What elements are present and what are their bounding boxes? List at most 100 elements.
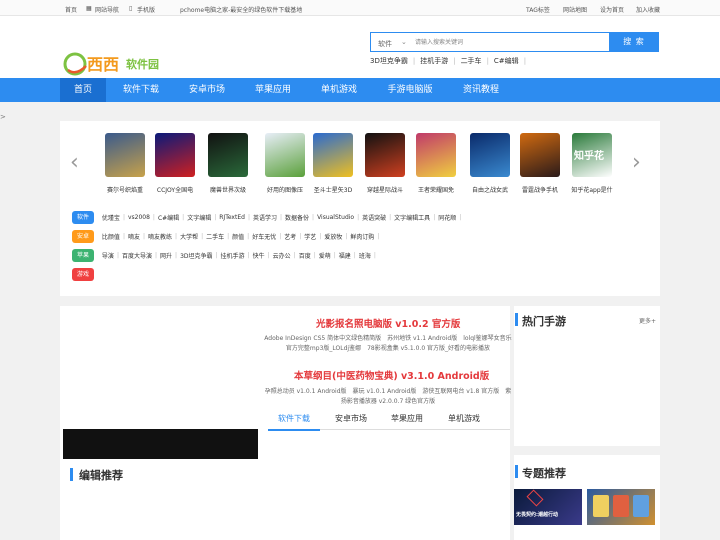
nav-apple[interactable]: 苹果应用 xyxy=(248,78,298,102)
tag-link[interactable]: 鲜肉订购 xyxy=(350,234,374,241)
top-home-link[interactable]: 首页 xyxy=(65,5,77,14)
tag-link[interactable]: 同花顺 xyxy=(438,215,456,222)
topic-image[interactable] xyxy=(587,489,655,525)
tag-link[interactable]: VisualStudio xyxy=(317,214,354,221)
tag-link[interactable]: 快牛 xyxy=(253,253,265,260)
tag-link[interactable]: 3D坦克争霸 xyxy=(180,253,212,260)
tag-link[interactable]: 挂机手游 xyxy=(221,253,245,260)
tag-link[interactable]: 大学帮 xyxy=(180,234,198,241)
tag-link[interactable]: 云办公 xyxy=(273,253,291,260)
app-icon[interactable] xyxy=(416,133,456,177)
app-name[interactable]: CCJOY全国电 xyxy=(150,185,200,194)
top-sitemap-link[interactable]: 网站地图 xyxy=(563,5,587,14)
tag-link[interactable]: 嘀友教练 xyxy=(148,234,172,241)
mobile-icon: ▯ xyxy=(129,5,133,12)
nav-software[interactable]: 软件下载 xyxy=(116,78,166,102)
tag-link[interactable]: 比颜值 xyxy=(102,234,120,241)
tag-row-games: 游戏 xyxy=(72,268,100,282)
hot-keyword[interactable]: 3D坦克争霸 xyxy=(370,57,408,65)
app-icon[interactable] xyxy=(313,133,353,177)
tag-link[interactable]: vs2008 xyxy=(128,214,150,221)
news-list-1[interactable]: Adobe InDesign CS5 简体中文绿色精简版 苏州地铁 v1.1 A… xyxy=(262,334,514,354)
top-mobile-link[interactable]: 手机版 xyxy=(137,5,155,14)
app-icon[interactable] xyxy=(265,133,305,177)
nav-home[interactable]: 首页 xyxy=(60,78,106,102)
carousel-next-icon[interactable]: › xyxy=(632,149,641,177)
tag-link[interactable]: 英语学习 xyxy=(253,215,277,222)
headline-1[interactable]: 光影报名照电脑版 v1.0.2 官方版 xyxy=(316,316,460,330)
news-list-2[interactable]: 孕照总动员 v1.0.1 Android版 暴玩 v1.0.1 Android版… xyxy=(262,387,514,407)
app-icon[interactable] xyxy=(155,133,195,177)
tag-link[interactable]: 班海 xyxy=(359,253,371,260)
tag-link[interactable]: 网升 xyxy=(160,253,172,260)
tag-link[interactable]: C#编辑 xyxy=(158,215,179,222)
app-icon[interactable] xyxy=(520,133,560,177)
search-button[interactable]: 搜 索 xyxy=(609,32,659,52)
search-box: 软件 ⌄ xyxy=(370,32,610,52)
headline-2[interactable]: 本草纲目(中医药物宝典) v3.1.0 Android版 xyxy=(294,368,489,382)
app-name[interactable]: 自由之战女武 xyxy=(465,185,515,194)
app-icon[interactable]: 知乎花 xyxy=(572,133,612,177)
tag-link[interactable]: 数据备份 xyxy=(285,215,309,222)
tab-pc-games[interactable]: 单机游戏 xyxy=(448,413,480,424)
top-site-nav-link[interactable]: 网站导航 xyxy=(95,5,119,14)
tag-link[interactable]: 学艺 xyxy=(304,234,316,241)
tag-link[interactable]: 嘀友 xyxy=(128,234,140,241)
tag-link[interactable]: RJTextEd xyxy=(219,214,245,221)
tag-link[interactable]: 好车无忧 xyxy=(252,234,276,241)
carousel-prev-icon[interactable]: ‹ xyxy=(70,149,79,177)
top-favorite-link[interactable]: 加入收藏 xyxy=(636,5,660,14)
tag-link[interactable]: 百度 xyxy=(299,253,311,260)
nav-news[interactable]: 资讯教程 xyxy=(456,78,506,102)
app-name[interactable]: 圣斗士星矢3D xyxy=(308,185,358,194)
banner-slot[interactable] xyxy=(63,429,258,459)
nav-android[interactable]: 安卓市场 xyxy=(182,78,232,102)
site-logo[interactable]: 西西 软件园 xyxy=(62,50,180,78)
hot-keyword[interactable]: 挂机手游 xyxy=(420,57,448,65)
app-name[interactable]: 王者荣耀国免 xyxy=(411,185,461,194)
separator: | xyxy=(152,214,155,221)
chevron-down-icon[interactable]: ⌄ xyxy=(401,38,407,46)
hot-games-more-link[interactable]: 更多+ xyxy=(639,316,656,325)
tag-link[interactable]: 英语突破 xyxy=(362,215,386,222)
app-icon[interactable] xyxy=(470,133,510,177)
app-name[interactable]: 魔兽世界次级 xyxy=(203,185,253,194)
nav-mobile-games-pc[interactable]: 手游电脑版 xyxy=(380,78,440,102)
tab-apple[interactable]: 苹果应用 xyxy=(391,413,423,424)
main-nav: 首页 软件下载 安卓市场 苹果应用 单机游戏 手游电脑版 资讯教程 xyxy=(0,78,720,102)
app-name[interactable]: 好用的图像压 xyxy=(260,185,310,194)
tag-label[interactable]: 游戏 xyxy=(72,268,94,281)
app-name[interactable]: 雷霆战争手机 xyxy=(515,185,565,194)
tag-link[interactable]: 颜值 xyxy=(232,234,244,241)
app-icon[interactable] xyxy=(208,133,248,177)
topic-image[interactable]: 无畏契约:潮越行动 xyxy=(514,489,582,525)
tag-link[interactable]: 百度大导演 xyxy=(122,253,152,260)
top-set-home-link[interactable]: 设为首页 xyxy=(600,5,624,14)
tag-link[interactable]: 优瑾宝 xyxy=(102,215,120,222)
tag-link[interactable]: 二手车 xyxy=(206,234,224,241)
tab-android[interactable]: 安卓市场 xyxy=(335,413,367,424)
app-icon[interactable] xyxy=(105,133,145,177)
app-name[interactable]: 知乎花app是什 xyxy=(567,185,617,194)
category-tabs: 软件下载 安卓市场 苹果应用 单机游戏 xyxy=(268,410,510,430)
tag-label[interactable]: 软件 xyxy=(72,211,94,224)
tab-software[interactable]: 软件下载 xyxy=(278,413,310,424)
search-category-select[interactable]: 软件 xyxy=(378,39,392,49)
hot-keyword[interactable]: 二手车 xyxy=(461,57,482,65)
tag-link[interactable]: 文字编辑 xyxy=(187,215,211,222)
tag-link[interactable]: 福建 xyxy=(339,253,351,260)
tag-label[interactable]: 苹果 xyxy=(72,249,94,262)
app-name[interactable]: 穿越星际战斗 xyxy=(360,185,410,194)
tag-link[interactable]: 爱放牧 xyxy=(324,234,342,241)
tag-label[interactable]: 安卓 xyxy=(72,230,94,243)
tag-link[interactable]: 爱萌 xyxy=(319,253,331,260)
hot-keyword[interactable]: C#编辑 xyxy=(494,57,519,65)
tag-link[interactable]: 文字编辑工具 xyxy=(394,215,430,222)
app-name[interactable]: 赛尔号织焰重 xyxy=(100,185,150,194)
tag-link[interactable]: 艺考 xyxy=(284,234,296,241)
tag-link[interactable]: 导演 xyxy=(102,253,114,260)
nav-pc-games[interactable]: 单机游戏 xyxy=(314,78,364,102)
top-tags-link[interactable]: TAG标签 xyxy=(526,5,550,14)
search-input[interactable] xyxy=(415,36,595,49)
app-icon[interactable] xyxy=(365,133,405,177)
